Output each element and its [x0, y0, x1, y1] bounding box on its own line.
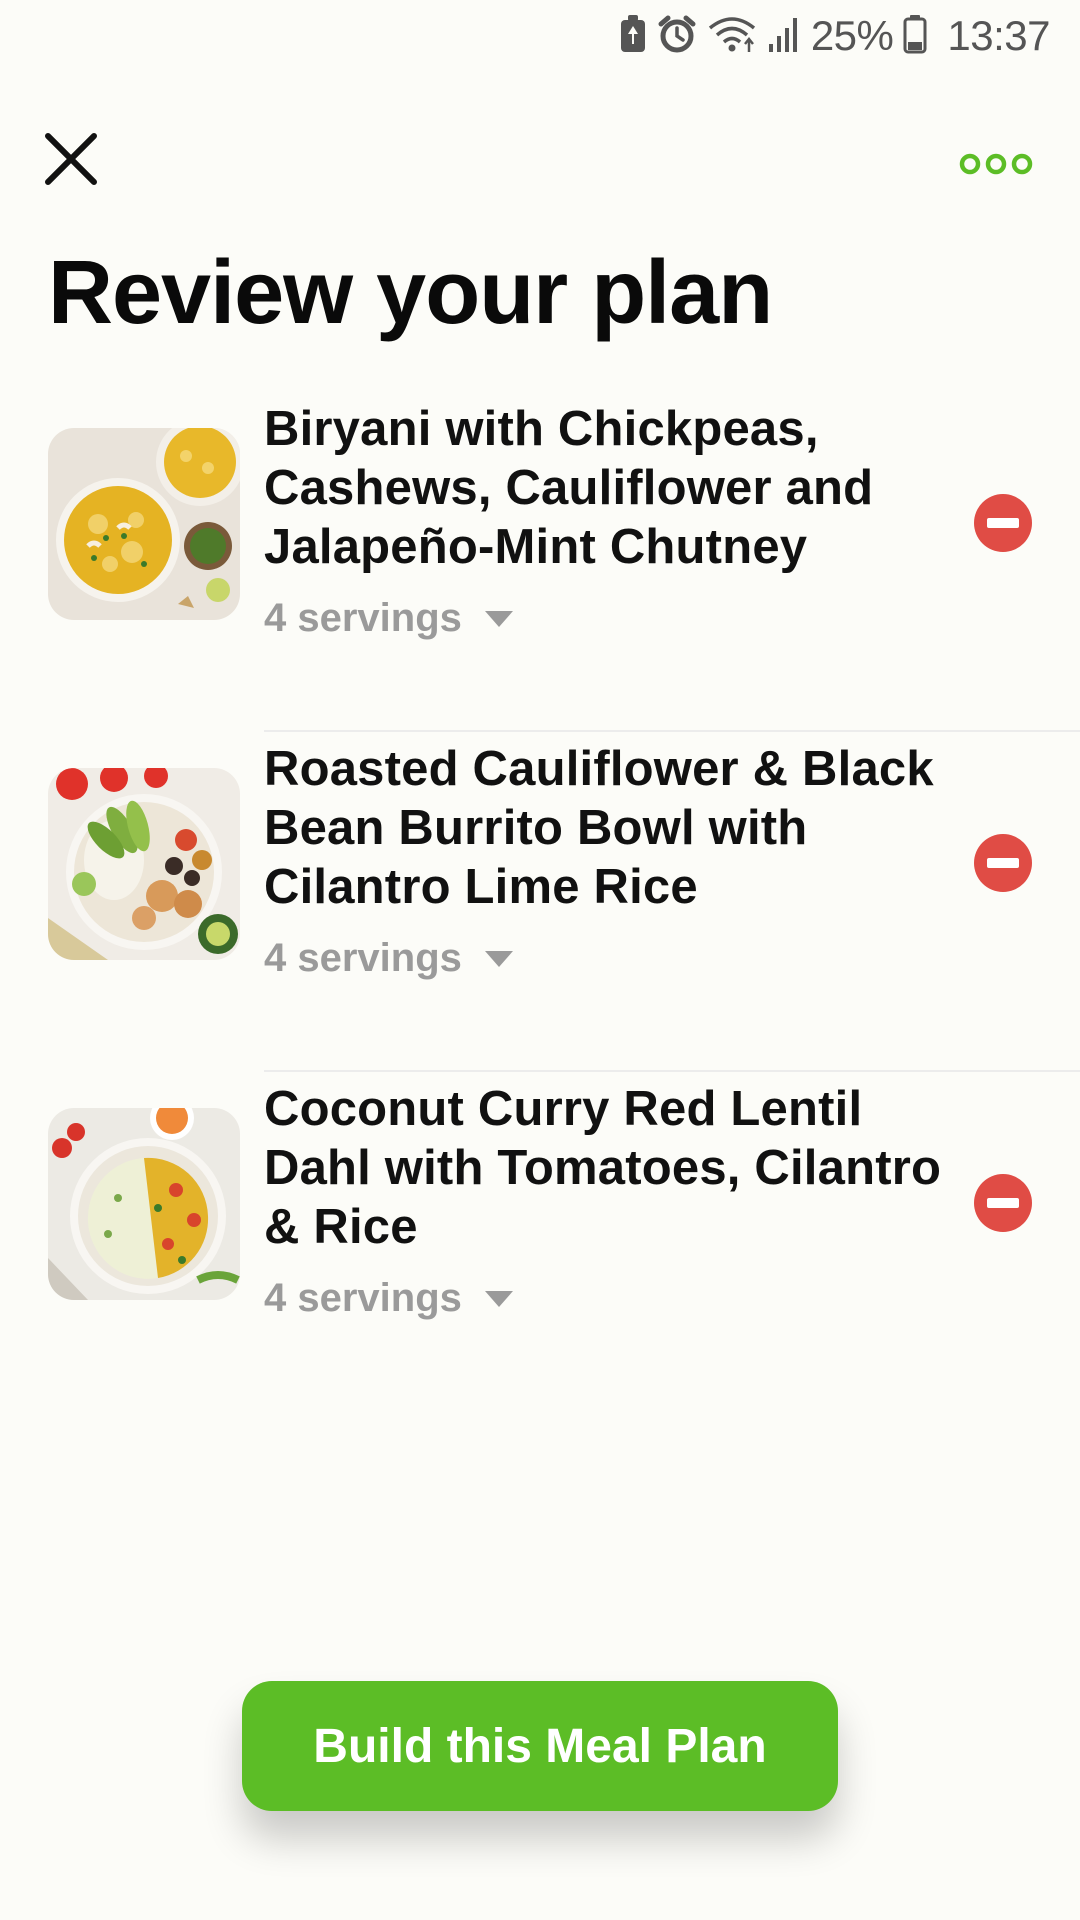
remove-icon	[974, 834, 1032, 892]
chevron-down-icon	[484, 1290, 513, 1307]
servings-label: 4 servings	[264, 596, 462, 640]
chevron-down-icon	[484, 610, 513, 627]
battery-saver-icon	[619, 14, 647, 59]
close-button[interactable]	[40, 128, 102, 190]
biryani-thumbnail	[48, 428, 240, 620]
status-icons: 25% 13:37	[619, 12, 1050, 60]
servings-label: 4 servings	[264, 936, 462, 980]
recipe-item[interactable]: Biryani with Chickpeas, Cashews, Caulifl…	[0, 392, 1080, 732]
servings-dropdown[interactable]: 4 servings	[264, 596, 514, 641]
remove-recipe-button[interactable]	[974, 494, 1032, 552]
clock: 13:37	[947, 12, 1050, 59]
remove-recipe-button[interactable]	[974, 834, 1032, 892]
burrito-bowl-thumbnail	[48, 768, 240, 960]
recipe-list: Biryani with Chickpeas, Cashews, Caulifl…	[0, 392, 1080, 1412]
status-bar: 25% 13:37	[0, 0, 1080, 72]
servings-label: 4 servings	[264, 1276, 462, 1320]
battery-icon	[903, 14, 927, 59]
more-options-button[interactable]	[958, 148, 1034, 180]
wifi-icon	[707, 14, 757, 59]
review-plan-screen: 25% 13:37 Review your plan Biryani with …	[0, 0, 1080, 1920]
remove-icon	[974, 1174, 1032, 1232]
battery-percent: 25%	[810, 12, 894, 59]
chevron-down-icon	[484, 950, 513, 967]
servings-dropdown[interactable]: 4 servings	[264, 936, 514, 981]
recipe-title[interactable]: Coconut Curry Red Lentil Dahl with Tomat…	[264, 1080, 964, 1257]
recipe-title[interactable]: Roasted Cauliflower & Black Bean Burrito…	[264, 740, 964, 917]
recipe-item[interactable]: Coconut Curry Red Lentil Dahl with Tomat…	[0, 1072, 1080, 1412]
signal-icon	[767, 14, 801, 59]
recipe-item[interactable]: Roasted Cauliflower & Black Bean Burrito…	[0, 732, 1080, 1072]
build-meal-plan-button[interactable]: Build this Meal Plan	[242, 1681, 838, 1811]
recipe-title[interactable]: Biryani with Chickpeas, Cashews, Caulifl…	[264, 400, 964, 577]
page-title: Review your plan	[48, 243, 773, 343]
lentil-dahl-thumbnail	[48, 1108, 240, 1300]
remove-recipe-button[interactable]	[974, 1174, 1032, 1232]
servings-dropdown[interactable]: 4 servings	[264, 1276, 514, 1321]
more-options-icon	[959, 153, 1033, 175]
remove-icon	[974, 494, 1032, 552]
close-icon	[45, 133, 97, 185]
alarm-icon	[657, 14, 697, 59]
